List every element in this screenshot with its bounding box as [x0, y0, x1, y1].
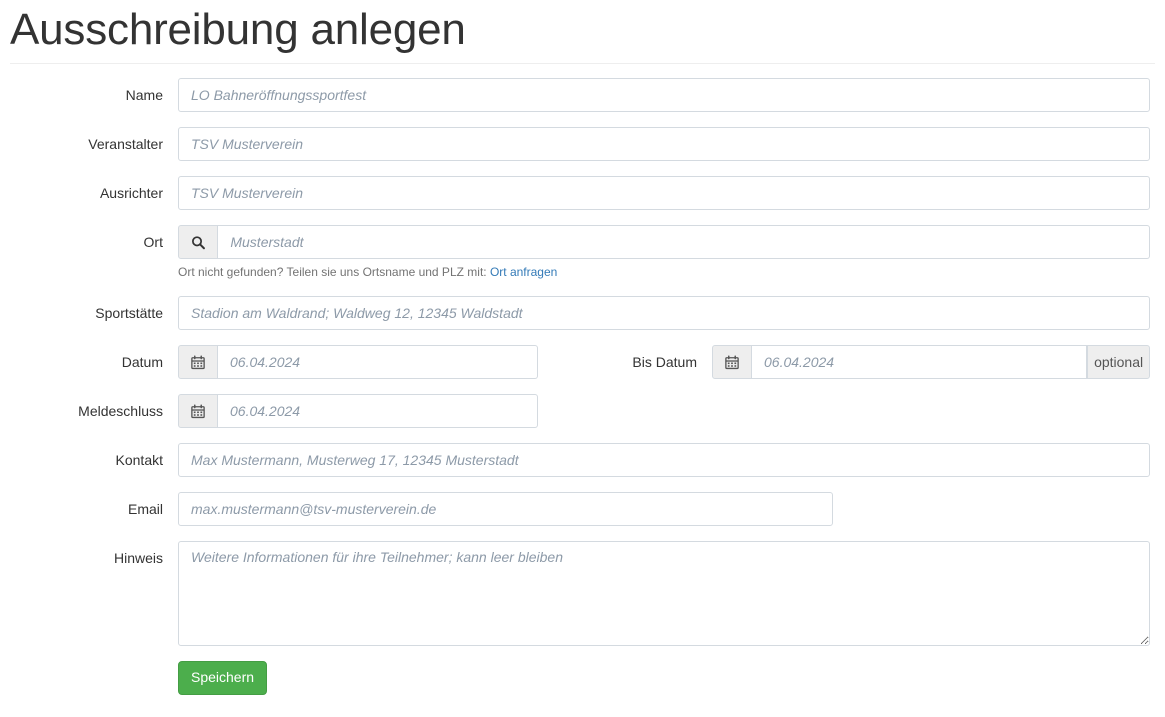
bis-datum-input[interactable]	[752, 345, 1088, 380]
speichern-button[interactable]: Speichern	[178, 661, 268, 696]
form-row-name: Name	[0, 78, 1165, 113]
label-email: Email	[127, 501, 163, 518]
field-wrapper-meldeschluss	[178, 394, 553, 429]
hinweis-textarea[interactable]	[178, 541, 1150, 647]
meldeschluss-input[interactable]	[218, 394, 538, 429]
calendar-icon[interactable]	[712, 345, 752, 380]
page-header: Ausschreibung anlegen	[10, 0, 1155, 65]
ort-input[interactable]	[218, 225, 1150, 260]
form-row-submit: Speichern	[0, 661, 1165, 696]
form-row-sportstaette: Sportstätte	[0, 296, 1165, 331]
kontakt-input[interactable]	[178, 443, 1150, 478]
ausrichter-input[interactable]	[178, 176, 1150, 211]
ort-input-group	[178, 225, 1150, 260]
bis-datum-group: Bis Datum 06.04.2024 optional	[582, 345, 1165, 380]
form-row-kontakt: Kontakt	[0, 443, 1165, 478]
ausschreibung-form: Name Veranstalter Ausrichter Ort	[0, 64, 1165, 696]
form-row-ausrichter: Ausrichter	[0, 176, 1165, 211]
field-wrapper-bis-datum: optional	[712, 345, 1165, 380]
label-ausrichter: Ausrichter	[99, 185, 163, 202]
meldeschluss-input-group	[178, 394, 538, 429]
page-container: Ausschreibung anlegen Name Veranstalter …	[0, 0, 1165, 696]
search-icon[interactable]	[178, 225, 219, 260]
field-wrapper-email	[178, 492, 1165, 527]
email-input[interactable]	[178, 492, 833, 527]
form-row-ort: Ort Ort nicht gefunden? Teilen sie uns O…	[0, 225, 1165, 281]
field-wrapper-hinweis	[178, 541, 1165, 647]
form-row-veranstalter: Veranstalter	[0, 127, 1165, 162]
label-hinweis: Hinweis	[113, 550, 163, 567]
label-name: Name	[125, 87, 163, 104]
submit-spacer	[0, 661, 178, 669]
label-ort: Ort	[143, 234, 163, 251]
bis-datum-input-group: optional	[712, 345, 1150, 380]
field-wrapper-veranstalter	[178, 127, 1165, 162]
label-meldeschluss: Meldeschluss	[78, 403, 163, 420]
label-veranstalter: Veranstalter	[88, 136, 163, 153]
ort-help-label: Ort nicht gefunden? Teilen sie uns Ortsn…	[178, 265, 487, 280]
ort-help-text: Ort nicht gefunden? Teilen sie uns Ortsn…	[178, 264, 1150, 281]
calendar-icon[interactable]	[178, 345, 218, 380]
form-row-hinweis: Hinweis	[0, 541, 1165, 647]
datum-input-group	[178, 345, 538, 380]
field-wrapper-datum	[178, 345, 553, 380]
label-kontakt: Kontakt	[115, 452, 163, 469]
field-wrapper-name	[178, 78, 1165, 113]
form-row-email: Email	[0, 492, 1165, 527]
label-sportstaette: Sportstätte	[95, 305, 163, 322]
name-input[interactable]	[178, 78, 1150, 113]
field-wrapper-kontakt	[178, 443, 1165, 478]
field-wrapper-sportstaette	[178, 296, 1165, 331]
page-title: Ausschreibung anlegen	[10, 5, 466, 54]
ort-anfragen-link[interactable]: Ort anfragen	[490, 265, 557, 279]
calendar-icon[interactable]	[178, 394, 218, 429]
sportstaette-input[interactable]	[178, 296, 1150, 331]
submit-wrapper: Speichern	[178, 661, 1165, 696]
form-row-datum: Datum 06.04.2024 Bis Datum 06.04.2024 op…	[0, 345, 1165, 380]
field-wrapper-ausrichter	[178, 176, 1165, 211]
field-wrapper-ort: Ort nicht gefunden? Teilen sie uns Ortsn…	[178, 225, 1165, 281]
label-datum: Datum	[121, 354, 163, 371]
label-bis-datum: Bis Datum	[632, 354, 697, 371]
datum-input[interactable]	[218, 345, 538, 380]
bis-datum-optional-label: optional	[1087, 345, 1150, 380]
form-row-meldeschluss: Meldeschluss	[0, 394, 1165, 429]
veranstalter-input[interactable]	[178, 127, 1150, 162]
datum-group: Datum	[0, 345, 582, 380]
